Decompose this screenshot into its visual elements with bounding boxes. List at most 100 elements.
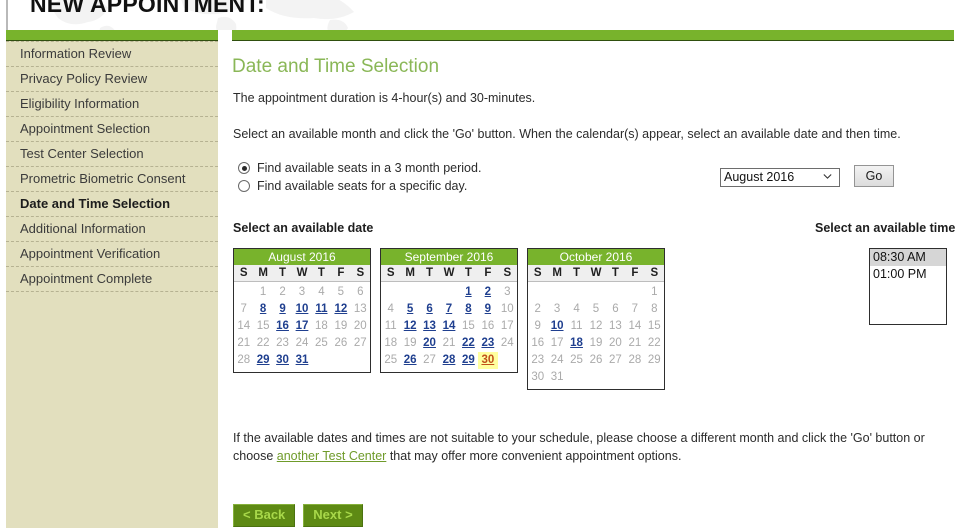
- calendar-day-available[interactable]: 26: [400, 352, 419, 369]
- month-select[interactable]: August 2016: [720, 168, 840, 187]
- another-test-center-link[interactable]: another Test Center: [277, 449, 387, 463]
- calendar-day-available[interactable]: 23: [478, 335, 497, 352]
- sidebar-item-appointment-complete[interactable]: Appointment Complete: [6, 267, 218, 292]
- time-option[interactable]: 01:00 PM: [870, 266, 946, 283]
- calendar-day-disabled: 13: [353, 303, 367, 315]
- calendar-day-available[interactable]: 29: [253, 352, 272, 369]
- sidebar-item-privacy-policy-review[interactable]: Privacy Policy Review: [6, 67, 218, 92]
- sidebar-item-date-and-time-selection[interactable]: Date and Time Selection: [6, 192, 218, 217]
- calendar-day-disabled: 31: [550, 371, 564, 383]
- calendar-day-available[interactable]: 16: [273, 318, 292, 335]
- sidebar-item-label: Privacy Policy Review: [20, 71, 148, 86]
- calendar-day-available[interactable]: 29: [459, 352, 478, 369]
- calendar-day-disabled: 4: [387, 303, 394, 315]
- calendar-day-disabled: 14: [628, 320, 642, 332]
- calendar-day-disabled: 13: [609, 320, 622, 332]
- next-button[interactable]: Next >: [303, 504, 363, 527]
- calendar-empty-cell: .: [420, 284, 439, 301]
- calendar-october-2016: October 2016SMTWTFS......123456789101112…: [527, 248, 665, 390]
- calendar-day-disabled: 7: [631, 303, 639, 315]
- calendar-day-selected[interactable]: 30: [478, 352, 498, 369]
- select-date-label: Select an available date: [233, 221, 374, 235]
- calendar-day-disabled: 3: [298, 286, 306, 298]
- calendar-day-disabled: 7: [240, 303, 247, 315]
- calendar-day-available[interactable]: 10: [292, 301, 311, 318]
- calendar-day-disabled: 26: [589, 354, 603, 366]
- calendar-day-available[interactable]: 9: [478, 301, 497, 318]
- sidebar-item-prometric-biometric-consent[interactable]: Prometric Biometric Consent: [6, 167, 218, 192]
- sidebar-item-eligibility-information[interactable]: Eligibility Information: [6, 92, 218, 117]
- weekday-label: F: [337, 267, 345, 279]
- weekday-label: S: [650, 267, 659, 279]
- appointment-duration-text: The appointment duration is 4-hour(s) an…: [233, 91, 536, 105]
- calendar-day-available[interactable]: 30: [273, 352, 292, 369]
- calendar-day-available[interactable]: 12: [331, 301, 350, 318]
- main-content: Date and Time Selection The appointment …: [232, 41, 955, 528]
- calendar-day-disabled: 11: [384, 320, 397, 332]
- calendar-day-available[interactable]: 22: [459, 335, 478, 352]
- calendar-day-available[interactable]: 10: [547, 318, 566, 335]
- calendar-day-available[interactable]: 1: [459, 284, 478, 301]
- sidebar-item-label: Appointment Verification: [20, 246, 161, 261]
- calendar-day-available[interactable]: 7: [439, 301, 458, 318]
- calendar-day-disabled: 15: [647, 320, 661, 332]
- calendar-day-grid: .123456789101112131415161718192021222324…: [234, 282, 370, 372]
- calendar-day-available[interactable]: 8: [253, 301, 272, 318]
- weekday-label: W: [590, 267, 602, 279]
- calendar-empty-cell: .: [234, 284, 253, 301]
- sidebar-item-appointment-verification[interactable]: Appointment Verification: [6, 242, 218, 267]
- calendar-empty-cell: .: [381, 284, 400, 301]
- calendar-day-disabled: 12: [589, 320, 603, 332]
- page-header: NEW APPOINTMENT:: [0, 0, 958, 30]
- calendar-day-available[interactable]: 31: [292, 352, 311, 369]
- go-button[interactable]: Go: [854, 165, 894, 187]
- weekday-label: T: [611, 267, 619, 279]
- calendar-day-grid: ....123456789101112131415161718192021222…: [381, 282, 517, 372]
- page-title: Date and Time Selection: [232, 56, 440, 77]
- page-title-banner: NEW APPOINTMENT:: [30, 0, 265, 17]
- calendar-group: August 2016SMTWTFS.123456789101112131415…: [233, 248, 665, 390]
- calendar-empty-cell: .: [606, 284, 625, 301]
- weekday-label: F: [484, 267, 492, 279]
- calendar-day-available[interactable]: 13: [420, 318, 439, 335]
- sidebar-item-label: Test Center Selection: [20, 146, 144, 161]
- back-button[interactable]: < Back: [233, 504, 296, 527]
- sidebar-item-additional-information[interactable]: Additional Information: [6, 217, 218, 242]
- calendar-day-disabled: 21: [628, 337, 642, 349]
- radio-icon-unselected[interactable]: [238, 180, 250, 192]
- calendar-day-disabled: 28: [237, 354, 251, 366]
- calendar-day-available[interactable]: 20: [420, 335, 439, 352]
- calendar-day-available[interactable]: 17: [292, 318, 311, 335]
- time-listbox[interactable]: 08:30 AM 01:00 PM: [869, 248, 947, 325]
- calendar-day-disabled: 3: [504, 286, 511, 298]
- radio-label-3-month-period: Find available seats in a 3 month period…: [257, 161, 482, 175]
- calendar-september-2016: September 2016SMTWTFS....123456789101112…: [380, 248, 518, 373]
- green-bar-sidebar: [6, 30, 218, 41]
- calendar-day-disabled: 4: [573, 303, 580, 315]
- calendar-day-available[interactable]: 9: [273, 301, 292, 318]
- time-option[interactable]: 08:30 AM: [870, 249, 946, 266]
- sidebar-item-information-review[interactable]: Information Review: [6, 41, 218, 67]
- calendar-day-available[interactable]: 14: [439, 318, 458, 335]
- calendar-day-disabled: 27: [353, 337, 367, 349]
- calendar-day-grid: ......1234567891011121314151617181920212…: [528, 282, 664, 389]
- chevron-down-icon[interactable]: [823, 174, 832, 179]
- calendar-day-available[interactable]: 2: [478, 284, 497, 301]
- calendar-day-disabled: 19: [334, 320, 348, 332]
- sidebar-item-appointment-selection[interactable]: Appointment Selection: [6, 117, 218, 142]
- weekday-label: T: [279, 267, 287, 279]
- calendar-day-available[interactable]: 6: [420, 301, 439, 318]
- calendar-day-available[interactable]: 8: [459, 301, 478, 318]
- calendar-day-available[interactable]: 18: [567, 335, 586, 352]
- calendar-day-available[interactable]: 12: [400, 318, 419, 335]
- calendar-day-available[interactable]: 11: [312, 301, 331, 318]
- radio-option-3-month-period[interactable]: Find available seats in a 3 month period…: [238, 161, 481, 175]
- sidebar-item-test-center-selection[interactable]: Test Center Selection: [6, 142, 218, 167]
- calendar-day-available[interactable]: 28: [439, 352, 458, 369]
- calendar-day-disabled: 16: [481, 320, 495, 332]
- footer-text-after: that may offer more convenient appointme…: [386, 449, 682, 463]
- radio-option-specific-day[interactable]: Find available seats for a specific day.: [238, 179, 467, 193]
- calendar-day-available[interactable]: 5: [400, 301, 419, 318]
- calendar-day-disabled: 23: [531, 354, 545, 366]
- radio-icon-selected[interactable]: [238, 162, 250, 174]
